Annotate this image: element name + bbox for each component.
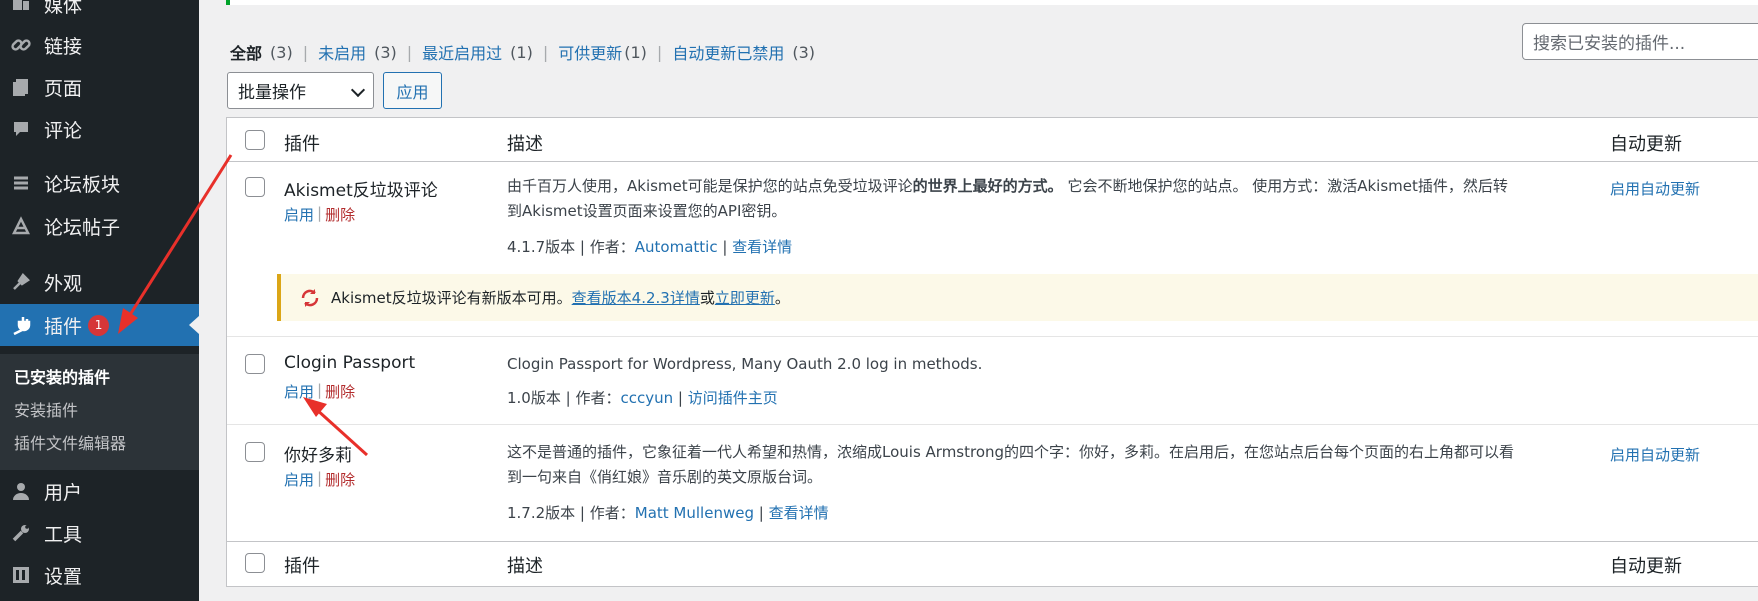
plugin-meta: 4.1.7版本 | 作者：Automattic | 查看详情 [507, 238, 793, 256]
plugins-table: 插件 描述 自动更新 Akismet反垃圾评论 启用 | 删除 由千百万人使用，… [226, 117, 1758, 587]
user-icon [10, 480, 32, 502]
menu-item-forums[interactable]: 论坛板块 [0, 162, 199, 204]
update-refresh-icon [299, 287, 321, 309]
settings-icon [10, 564, 32, 586]
menu-item-tools[interactable]: 工具 [0, 512, 199, 554]
apply-button[interactable]: 应用 [383, 72, 442, 109]
appearance-icon [10, 271, 32, 293]
plugin-status-filters: 全部 (3) | 未启用 (3) | 最近启用过 (1) | 可供更新 (1) … [230, 40, 815, 64]
menu-item-media[interactable]: 媒体 [0, 0, 199, 25]
author-link[interactable]: Matt Mullenweg [635, 504, 754, 522]
tools-icon [10, 522, 32, 544]
enable-auto-update-link[interactable]: 启用自动更新 [1610, 178, 1700, 199]
plugin-description: 这不是普通的插件，它象征着一代人希望和热情，浓缩成Louis Armstrong… [507, 443, 1515, 486]
link-icon [10, 34, 32, 56]
filter-inactive[interactable]: 未启用 [318, 40, 366, 64]
plugin-checkbox-clogin[interactable] [245, 354, 265, 374]
column-footer-auto-update: 自动更新 [1610, 556, 1682, 577]
submenu-installed-plugins[interactable]: 已安装的插件 [14, 364, 110, 388]
main-content: 全部 (3) | 未启用 (3) | 最近启用过 (1) | 可供更新 (1) … [199, 0, 1758, 601]
plugin-row-actions: 启用 | 删除 [284, 381, 356, 402]
plugin-homepage-link[interactable]: 访问插件主页 [688, 389, 778, 407]
filter-all[interactable]: 全部 [230, 40, 262, 64]
bulk-action-select[interactable]: 批量操作 [227, 72, 374, 109]
plugin-name: Akismet反垃圾评论 [284, 181, 438, 201]
enable-auto-update-link[interactable]: 启用自动更新 [1610, 444, 1700, 465]
comment-icon [10, 118, 32, 140]
view-details-link[interactable]: 查看详情 [769, 504, 829, 522]
plugin-name: Clogin Passport [284, 353, 416, 373]
activate-link[interactable]: 启用 [284, 204, 314, 225]
menu-item-appearance[interactable]: 外观 [0, 261, 199, 303]
media-icon [10, 0, 32, 15]
activate-link[interactable]: 启用 [284, 469, 314, 490]
column-header-plugin[interactable]: 插件 [284, 130, 320, 156]
filter-auto-update-disabled[interactable]: 自动更新已禁用 [672, 40, 784, 64]
topics-icon [10, 215, 32, 237]
column-footer-plugin[interactable]: 插件 [284, 552, 320, 578]
plugin-search-input[interactable]: 搜索已安装的插件... [1522, 23, 1758, 60]
plugin-meta: 1.0版本 | 作者：cccyun | 访问插件主页 [507, 389, 778, 407]
author-link[interactable]: Automattic [635, 238, 718, 256]
plugin-description: Clogin Passport for Wordpress, Many Oaut… [507, 355, 983, 373]
view-details-link[interactable]: 查看详情 [732, 238, 792, 256]
menu-item-topics[interactable]: 论坛帖子 [0, 205, 199, 247]
menu-item-users[interactable]: 用户 [0, 470, 199, 512]
update-notice: Akismet反垃圾评论有新版本可用。 查看版本4.2.3详情或立即更新。 [277, 274, 1758, 321]
plugin-icon [10, 314, 32, 336]
plugin-name: 你好多莉 [284, 446, 352, 466]
top-notice [226, 0, 1758, 5]
menu-item-pages[interactable]: 页面 [0, 66, 199, 108]
delete-link[interactable]: 删除 [325, 204, 355, 225]
filter-upgrade[interactable]: 可供更新 [558, 40, 622, 64]
select-all-checkbox[interactable] [245, 130, 265, 150]
update-count-badge: 1 [88, 314, 110, 336]
submenu-plugin-editor[interactable]: 插件文件编辑器 [14, 430, 126, 454]
plugin-meta: 1.7.2版本 | 作者：Matt Mullenweg | 查看详情 [507, 504, 829, 522]
column-header-auto-update: 自动更新 [1610, 134, 1682, 155]
chevron-down-icon [350, 82, 366, 98]
plugin-description: 由千百万人使用，Akismet可能是保护您的站点免受垃圾评论的世界上最好的方式。… [507, 177, 1508, 220]
delete-link[interactable]: 删除 [325, 469, 355, 490]
delete-link[interactable]: 删除 [325, 381, 355, 402]
author-link[interactable]: cccyun [620, 389, 673, 407]
view-version-details-link[interactable]: 查看版本4.2.3详情 [572, 287, 700, 308]
menu-item-links[interactable]: 链接 [0, 24, 199, 66]
admin-sidebar: 媒体 链接 页面 评论 论坛板块 论坛帖子 外观 插件 1 已安装的插件 安装插… [0, 0, 199, 601]
forum-icon [10, 172, 32, 194]
select-all-checkbox-footer[interactable] [245, 553, 265, 573]
menu-item-plugins[interactable]: 插件 1 [0, 304, 199, 346]
plugins-submenu: 已安装的插件 安装插件 插件文件编辑器 [0, 354, 199, 470]
submenu-add-plugins[interactable]: 安装插件 [14, 397, 78, 421]
menu-item-settings[interactable]: 设置 [0, 554, 199, 596]
plugin-row-actions: 启用 | 删除 [284, 469, 356, 490]
update-now-link[interactable]: 立即更新 [715, 287, 775, 308]
page-icon [10, 76, 32, 98]
column-header-description: 描述 [507, 134, 543, 155]
menu-item-comments[interactable]: 评论 [0, 108, 199, 150]
column-footer-description: 描述 [507, 556, 543, 577]
plugin-row-actions: 启用 | 删除 [284, 204, 356, 225]
activate-link[interactable]: 启用 [284, 381, 314, 402]
plugin-checkbox-akismet[interactable] [245, 177, 265, 197]
filter-recently-active[interactable]: 最近启用过 [422, 40, 502, 64]
plugin-checkbox-hello-dolly[interactable] [245, 442, 265, 462]
